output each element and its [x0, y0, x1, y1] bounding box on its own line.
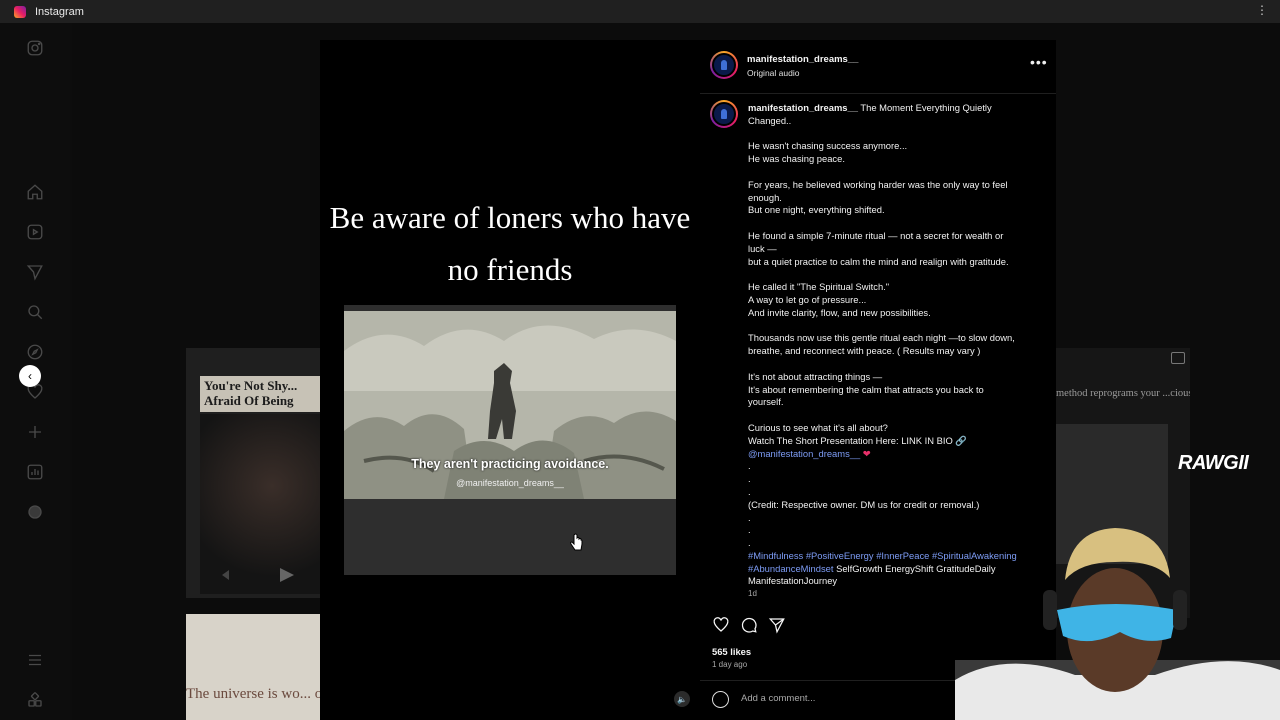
video-frame[interactable]: They aren't practicing avoidance. @manif… [344, 305, 676, 575]
caption-line: Curious to see what it's all about? [748, 421, 888, 433]
comment-input[interactable]: Add a comment... [741, 693, 815, 704]
hashtag-link[interactable]: #AbundanceMindset [748, 563, 833, 574]
likes-count[interactable]: 565 likes [712, 646, 751, 657]
background-post-text: method reprograms your ...cious mind whi… [1056, 388, 1190, 399]
background-post-text: You're Not Shy... Afraid Of Being [204, 378, 298, 408]
background-post-text: The universe is wo... or you, not agains… [186, 686, 320, 702]
media-controls-icon [220, 568, 294, 582]
caption-line: yourself. [748, 396, 784, 408]
window-title: Instagram [35, 5, 84, 18]
hand-cursor-icon [570, 533, 583, 551]
avatar[interactable] [710, 51, 738, 79]
caption-line: . [748, 473, 751, 485]
caption-line: Thousands now use this gentle ritual eac… [748, 332, 1015, 344]
instagram-logo-icon[interactable] [25, 38, 45, 58]
caption-avatar[interactable] [710, 100, 738, 128]
caption-line: It's not about attracting things — [748, 370, 883, 382]
background-post-left-2[interactable]: The universe is wo... or you, not agains… [186, 614, 320, 720]
webcam-overlay [955, 520, 1280, 720]
profile-icon[interactable] [25, 502, 45, 522]
also-from-meta-icon[interactable] [25, 690, 45, 710]
caption-line: . [748, 485, 751, 497]
video-subtitle: They aren't practicing avoidance. [411, 457, 609, 471]
create-icon[interactable] [25, 422, 45, 442]
reel-icon [1171, 352, 1185, 364]
post-actions [712, 616, 786, 636]
caption-line: It's about remembering the calm that att… [748, 383, 984, 395]
background-post-left[interactable]: You're Not Shy... Afraid Of Being [186, 348, 320, 598]
post-media[interactable]: Be aware of loners who have no friends T… [320, 40, 700, 720]
like-icon[interactable] [712, 616, 730, 634]
caption-line: He was chasing peace. [748, 153, 845, 165]
caption-line [748, 320, 1038, 333]
post-username[interactable]: manifestation_dreams__ [747, 54, 858, 65]
explore-icon[interactable] [25, 342, 45, 362]
caption-line: For years, he believed working harder wa… [748, 178, 1008, 190]
menu-icon[interactable] [25, 650, 45, 670]
caption-line: But one night, everything shifted. [748, 204, 885, 216]
caption-line: He called it "The Spiritual Switch." [748, 281, 890, 293]
caption-line: And invite clarity, flow, and new possib… [748, 306, 931, 318]
caption-line [748, 166, 1038, 179]
caption-line: but a quiet practice to calm the mind an… [748, 255, 1009, 267]
caption-line: breathe, and reconnect with peace. ( Res… [748, 345, 981, 357]
caption-username[interactable]: manifestation_dreams__ [748, 102, 858, 113]
heart-emoji: ❤ [860, 447, 871, 459]
comment-icon[interactable] [740, 616, 758, 634]
mention-link[interactable]: @manifestation_dreams__ [748, 448, 860, 459]
caption-line: He found a simple 7-minute ritual — not … [748, 229, 1004, 241]
video-handle-text: @manifestation_dreams__ [456, 478, 564, 488]
caption-line: Watch The Short Presentation Here: LINK … [748, 434, 968, 446]
window-menu-icon[interactable]: ⋮ [1256, 3, 1268, 17]
caption-line: Changed.. [748, 114, 792, 126]
audio-toggle-button[interactable]: 🔈 [674, 691, 690, 707]
caption-line: . [748, 460, 751, 472]
previous-post-button[interactable]: ‹ [19, 365, 41, 387]
post-time: 1 day ago [712, 660, 748, 669]
caption-line [748, 358, 1038, 371]
messages-icon[interactable] [25, 262, 45, 282]
caption-line: (Credit: Respective owner. DM us for cre… [748, 498, 980, 510]
caption-line [748, 217, 1038, 230]
caption-line: luck — [748, 242, 777, 254]
post-header: manifestation_dreams__ Original audio ••… [700, 40, 1056, 94]
share-icon[interactable] [768, 616, 786, 634]
caption-line: He wasn't chasing success anymore... [748, 140, 908, 152]
caption-line: A way to let go of pressure... [748, 293, 867, 305]
caption-line: enough. [748, 191, 782, 203]
streamer-watermark: RAWGII [1178, 452, 1249, 474]
caption-line: @manifestation_dreams__ ❤ [748, 448, 1038, 461]
caption-line: manifestation_dreams__ The Moment Everyt… [748, 102, 992, 113]
video-quote-text: Be aware of loners who have no friends [329, 200, 691, 287]
caption-line [748, 128, 1038, 141]
instagram-app-icon [14, 5, 26, 18]
title-bar: Instagram ⋮ [0, 0, 1280, 23]
search-icon[interactable] [25, 302, 45, 322]
audio-label[interactable]: Original audio [747, 68, 799, 78]
caption-line [748, 268, 1038, 281]
caption-line [748, 409, 1038, 422]
more-options-icon[interactable]: ••• [1030, 54, 1048, 70]
reels-icon[interactable] [25, 222, 45, 242]
dashboard-icon[interactable] [25, 462, 45, 482]
emoji-icon[interactable] [712, 691, 729, 708]
home-icon[interactable] [25, 182, 45, 202]
